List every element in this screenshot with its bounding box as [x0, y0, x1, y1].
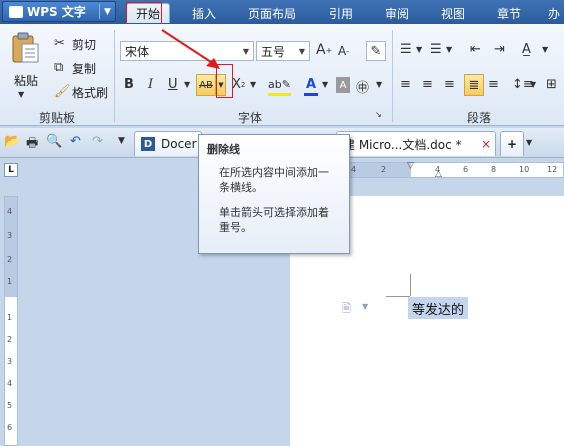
chevron-down-icon[interactable]: ▼ [18, 90, 24, 99]
app-name: WPS 文字 [27, 5, 86, 19]
text-direction-icon[interactable]: A̲ [522, 42, 531, 57]
chevron-down-icon[interactable]: ▼ [530, 80, 536, 89]
paragraph-handle-icon[interactable]: 🗎 [342, 300, 351, 319]
superscript-button[interactable]: X2 [232, 77, 245, 92]
justify-icon[interactable]: ≣ [464, 74, 484, 96]
tab-more[interactable]: 办 [544, 3, 564, 23]
bold-button[interactable]: B [124, 77, 134, 92]
tab-stop-selector[interactable]: L [4, 163, 18, 177]
enclosed-char-icon[interactable]: ㊥ [356, 77, 369, 96]
selected-text[interactable]: 等发达的 [408, 297, 469, 319]
new-tab-button[interactable]: + [500, 131, 524, 156]
tooltip-text: 条横线。 [219, 181, 263, 194]
group-divider [392, 30, 393, 122]
wps-logo-icon [9, 5, 23, 18]
annotation-arrow [161, 29, 220, 69]
print-preview-icon[interactable]: 🔍 [46, 134, 62, 149]
paste-button[interactable]: 粘贴 [14, 72, 38, 89]
font-size-select[interactable]: 五号 ▼ [256, 41, 310, 61]
paste-icon[interactable] [10, 32, 44, 66]
distributed-align-icon[interactable]: ≡ [488, 77, 499, 92]
chevron-down-icon: ▼ [242, 46, 250, 56]
italic-button[interactable]: I [148, 77, 153, 92]
border-icon[interactable]: ⊞ [546, 77, 557, 92]
paragraph-group-label: 段落 [466, 111, 491, 125]
tab-review[interactable]: 审阅 [372, 3, 422, 23]
app-menu-button[interactable]: WPS 文字 ▼ [2, 1, 116, 22]
chevron-down-icon[interactable]: ▼ [376, 80, 382, 89]
tooltip-text: 在所选内容中间添加一 [219, 166, 329, 179]
align-left-icon[interactable]: ≡ [400, 77, 411, 92]
font-color-button[interactable]: A [304, 76, 318, 96]
undo-icon[interactable]: ↶ [70, 134, 81, 149]
tab-sections[interactable]: 章节 [484, 3, 534, 23]
format-painter-icon[interactable]: 🖌 [54, 84, 71, 99]
chevron-down-icon[interactable]: ▼ [362, 302, 368, 311]
indent-marker-icon[interactable]: ▽ [407, 161, 414, 171]
redo-icon[interactable]: ↷ [92, 134, 103, 149]
decrease-indent-icon[interactable]: ⇤ [470, 42, 481, 57]
tab-references[interactable]: 引用 [316, 3, 366, 23]
margin-corner-mark [386, 296, 410, 297]
tab-docer[interactable]: D Docer [134, 131, 202, 156]
tab-insert[interactable]: 插入 [180, 3, 228, 23]
copy-icon[interactable]: ⧉ [54, 60, 63, 75]
menu-bar: WPS 文字 ▼ 开始 插入 页面布局 引用 审阅 视图 章节 办 [0, 0, 564, 40]
tab-view[interactable]: 视图 [428, 3, 478, 23]
cut-button[interactable]: 剪切 [72, 36, 96, 53]
clipboard-group-label: 剪贴板 [38, 111, 75, 125]
align-center-icon[interactable]: ≡ [422, 77, 433, 92]
tab-page-layout[interactable]: 页面布局 [240, 3, 304, 23]
font-group-label: 字体 [237, 111, 262, 125]
bullet-list-icon[interactable]: ☰ [400, 42, 412, 57]
highlight-icon[interactable]: ab✎ [268, 76, 291, 96]
docer-logo-icon: D [141, 137, 155, 151]
group-divider [114, 30, 115, 122]
vertical-ruler[interactable]: 4 3 2 1 1 2 3 4 5 6 [4, 196, 18, 446]
close-icon[interactable]: × [481, 137, 491, 151]
chevron-down-icon[interactable]: ▼ [322, 80, 328, 89]
margin-corner-mark [410, 274, 411, 296]
tooltip-text: 重号。 [219, 221, 252, 234]
ribbon: 粘贴 ▼ ✂ 剪切 ⧉ 复制 🖌 格式刷 剪贴板 宋体 ▼ 五号 ▼ A + A-… [0, 24, 564, 126]
indent-marker-icon[interactable]: △ [435, 169, 442, 179]
chevron-down-icon[interactable]: ▼ [446, 45, 452, 54]
align-right-icon[interactable]: ≡ [444, 77, 455, 92]
grow-font-icon[interactable]: A + [316, 42, 332, 58]
chevron-down-icon[interactable]: ▼ [250, 80, 256, 89]
chevron-down-icon[interactable]: ▼ [184, 80, 190, 89]
copy-button[interactable]: 复制 [72, 60, 96, 77]
clear-format-icon[interactable]: ✎ [366, 41, 386, 61]
format-painter-button[interactable]: 格式刷 [72, 84, 108, 101]
tooltip-text: 单击箭头可选择添加着 [219, 206, 329, 219]
tooltip-title: 删除线 [207, 143, 240, 156]
number-list-icon[interactable]: ☰ [430, 42, 442, 57]
increase-indent-icon[interactable]: ⇥ [494, 42, 505, 57]
tab-active-document[interactable]: 建 Micro...文档.doc * × [336, 131, 496, 156]
underline-button[interactable]: U [168, 77, 178, 92]
chevron-down-icon[interactable]: ▼ [526, 138, 532, 147]
open-folder-icon[interactable]: 📂 [4, 134, 20, 149]
character-shading-icon[interactable]: A [336, 77, 350, 93]
quick-access-menu-icon[interactable]: ▼ [118, 136, 125, 146]
dialog-launcher-icon[interactable]: ↘ [375, 110, 382, 119]
chevron-down-icon: ▼ [298, 46, 306, 56]
strikethrough-button[interactable]: AB [196, 74, 216, 96]
chevron-down-icon[interactable]: ▼ [542, 45, 548, 54]
chevron-down-icon[interactable]: ▼ [416, 45, 422, 54]
scissors-icon[interactable]: ✂ [54, 36, 65, 51]
print-icon[interactable]: 🖶 [26, 134, 38, 156]
shrink-font-icon[interactable]: A- [338, 44, 349, 58]
tooltip: 删除线 在所选内容中间添加一 条横线。 单击箭头可选择添加着 重号。 [198, 134, 350, 254]
chevron-down-icon: ▼ [99, 4, 115, 19]
